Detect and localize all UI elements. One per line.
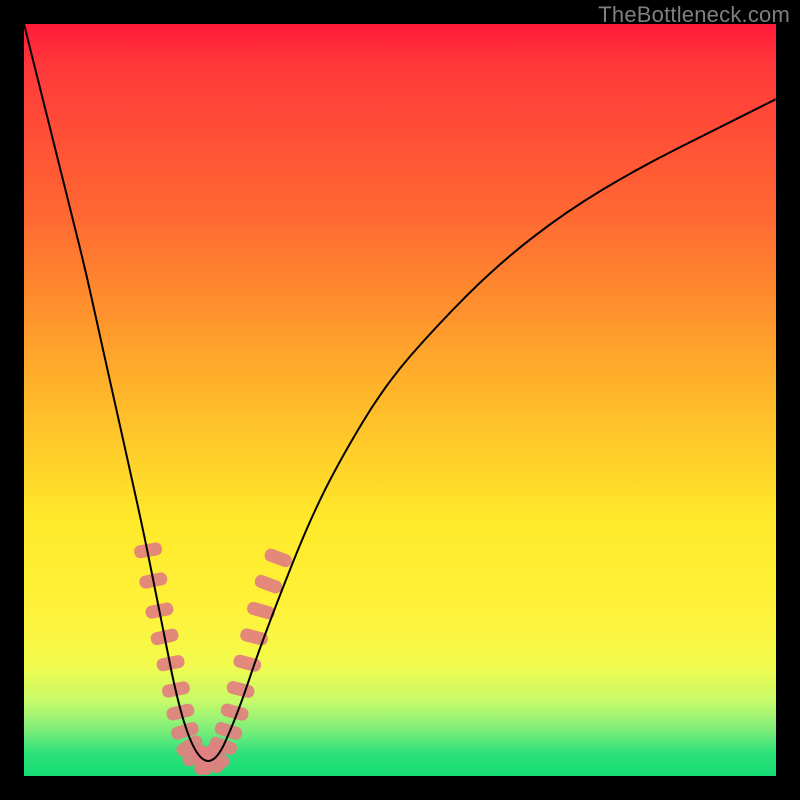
plot-area bbox=[24, 24, 776, 776]
bottleneck-curve-path bbox=[24, 24, 776, 761]
watermark-label: TheBottleneck.com bbox=[598, 2, 790, 28]
marker-pill bbox=[263, 547, 294, 569]
marker-pill bbox=[225, 680, 255, 700]
chart-svg bbox=[24, 24, 776, 776]
markers-layer bbox=[133, 542, 293, 776]
marker-pill bbox=[253, 573, 284, 595]
outer-frame: TheBottleneck.com bbox=[0, 0, 800, 800]
